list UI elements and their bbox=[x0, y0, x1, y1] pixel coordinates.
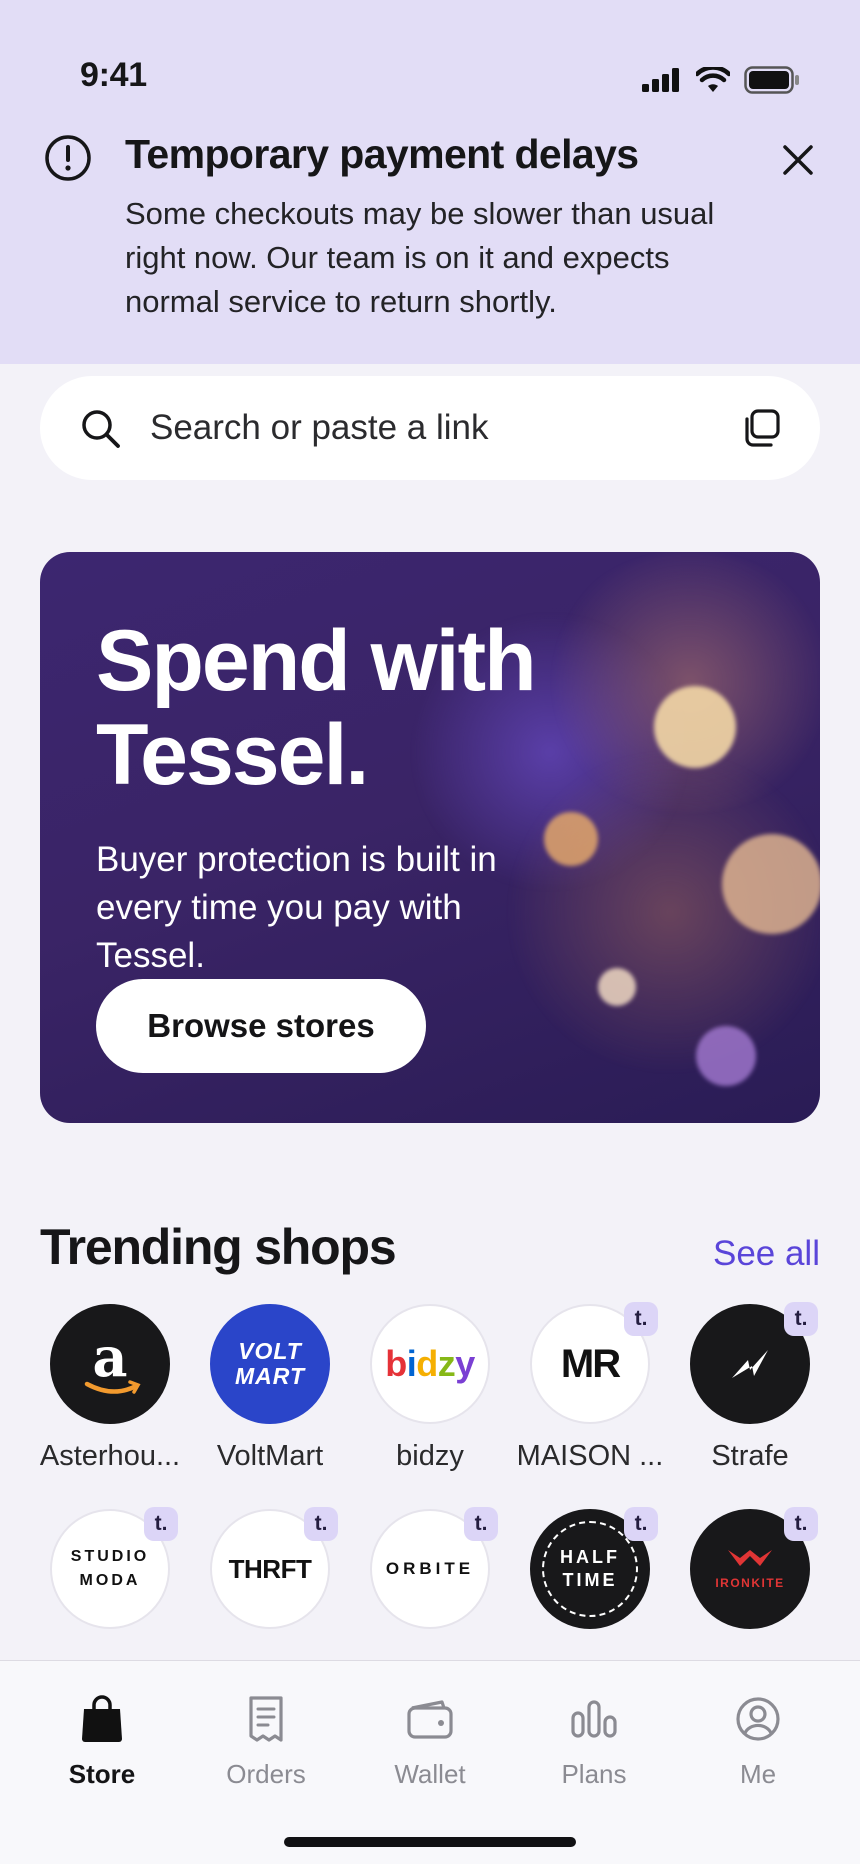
alert-title: Temporary payment delays bbox=[125, 131, 639, 177]
wifi-icon bbox=[696, 67, 730, 92]
bag-icon bbox=[82, 1695, 122, 1742]
wallet-icon bbox=[407, 1700, 453, 1739]
hero-bokeh bbox=[598, 968, 636, 1006]
search-icon bbox=[82, 410, 120, 448]
paste-icon[interactable] bbox=[742, 408, 782, 448]
shop-strafe[interactable]: t. Strafe bbox=[675, 1302, 825, 1473]
browse-stores-button[interactable]: Browse stores bbox=[96, 979, 426, 1073]
tessel-badge: t. bbox=[784, 1507, 818, 1541]
shop-halftime[interactable]: HALF TIME t. bbox=[515, 1507, 665, 1629]
alert-body: Some checkouts may be slower than usual … bbox=[125, 196, 715, 319]
hero-text: Buyer protection is built in every time … bbox=[96, 840, 497, 975]
kite-wing-icon bbox=[728, 1550, 772, 1566]
shop-name: bidzy bbox=[396, 1440, 464, 1472]
home-indicator bbox=[284, 1837, 576, 1847]
thrift-logo: THRFT t. bbox=[210, 1507, 338, 1629]
tessel-badge: t. bbox=[624, 1302, 658, 1336]
halftime-logo: HALF TIME t. bbox=[530, 1507, 658, 1629]
search-input[interactable] bbox=[150, 402, 710, 454]
hero-bokeh bbox=[722, 834, 820, 934]
shop-name: Strafe bbox=[711, 1440, 789, 1472]
smile-arrow-icon bbox=[84, 1380, 141, 1394]
tab-wallet[interactable]: Wallet bbox=[360, 1689, 500, 1790]
shop-orbite[interactable]: ORBITE t. bbox=[355, 1507, 505, 1629]
tessel-badge: t. bbox=[304, 1507, 338, 1541]
voltmart-logo: VOLT MART bbox=[210, 1304, 330, 1424]
shop-studio-moda[interactable]: STUDIO MODA t. bbox=[35, 1507, 185, 1629]
status-time: 9:41 bbox=[80, 56, 147, 94]
shop-asterhouse[interactable]: a Asterhou... bbox=[35, 1304, 185, 1473]
tab-store[interactable]: Store bbox=[32, 1689, 172, 1790]
tab-plans[interactable]: Plans bbox=[524, 1689, 664, 1790]
shop-maison[interactable]: MR t. MAISON ... bbox=[515, 1302, 665, 1473]
tessel-badge: t. bbox=[624, 1507, 658, 1541]
strafe-logo: t. bbox=[690, 1302, 818, 1424]
studio-moda-logo: STUDIO MODA t. bbox=[50, 1507, 178, 1629]
tessel-badge: t. bbox=[144, 1507, 178, 1541]
receipt-icon bbox=[249, 1696, 283, 1742]
maison-logo: MR t. bbox=[530, 1302, 658, 1424]
profile-icon bbox=[736, 1697, 780, 1741]
tessel-badge: t. bbox=[784, 1302, 818, 1336]
asterhouse-logo: a bbox=[50, 1304, 170, 1424]
strafe-bolt-icon bbox=[732, 1350, 768, 1378]
battery-icon bbox=[744, 66, 799, 94]
alert-banner: 9:41 Temporary payment delays Some check… bbox=[0, 0, 860, 364]
tessel-badge: t. bbox=[464, 1507, 498, 1541]
shop-voltmart[interactable]: VOLT MART VoltMart bbox=[195, 1304, 345, 1473]
promo-card: Spend with Tessel. Buyer protection is b… bbox=[40, 552, 820, 1123]
shop-thrift[interactable]: THRFT t. bbox=[195, 1507, 345, 1629]
shop-ironkite[interactable]: IRONKITE t. bbox=[675, 1507, 825, 1629]
tab-bar: Store Orders Wallet Plans Me bbox=[0, 1660, 860, 1864]
search-bar[interactable] bbox=[40, 376, 820, 480]
close-alert-button[interactable] bbox=[778, 140, 818, 180]
shop-bidzy[interactable]: bidzy bidzy bbox=[355, 1304, 505, 1473]
trending-shops-title: Trending shops bbox=[40, 1219, 397, 1275]
status-icons bbox=[642, 66, 800, 94]
bidzy-logo: bidzy bbox=[370, 1304, 490, 1424]
see-all-link[interactable]: See all bbox=[713, 1234, 820, 1274]
hero-bokeh bbox=[654, 686, 736, 768]
hero-title: Spend with Tessel. bbox=[96, 613, 537, 803]
tab-orders[interactable]: Orders bbox=[196, 1689, 336, 1790]
shop-name: Asterhou... bbox=[39, 1440, 181, 1472]
hero-bokeh bbox=[696, 1026, 756, 1086]
shop-name: VoltMart bbox=[216, 1440, 324, 1472]
exclamation-circle-icon bbox=[45, 135, 91, 181]
ironkite-logo: IRONKITE t. bbox=[690, 1507, 818, 1629]
signal-icon bbox=[642, 68, 679, 92]
orbite-logo: ORBITE t. bbox=[370, 1507, 498, 1629]
close-icon bbox=[783, 145, 813, 175]
shop-name: MAISON ... bbox=[516, 1440, 664, 1472]
tab-me[interactable]: Me bbox=[688, 1689, 828, 1790]
plans-chart-icon bbox=[571, 1700, 617, 1738]
